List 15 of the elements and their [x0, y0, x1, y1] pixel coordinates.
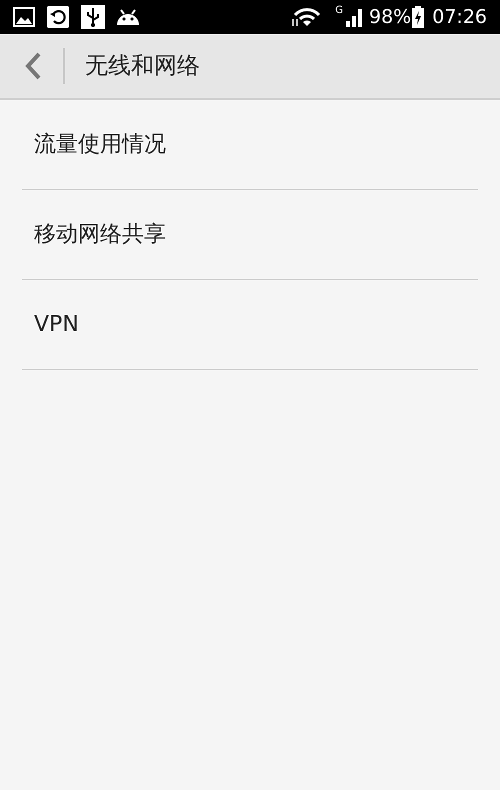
back-icon[interactable] — [23, 51, 43, 81]
wifi-icon — [291, 7, 322, 27]
sync-icon — [47, 6, 69, 28]
picture-icon — [13, 7, 35, 27]
usb-icon — [81, 5, 105, 29]
battery-percent: 98% — [369, 4, 412, 30]
signal-icon — [345, 7, 365, 27]
settings-item[interactable]: 移动网络共享 — [34, 218, 166, 251]
android-icon — [115, 8, 141, 26]
settings-item[interactable]: 流量使用情况 — [34, 128, 166, 161]
clock: 07:26 — [432, 4, 487, 30]
page-title: 无线和网络 — [85, 52, 200, 81]
battery-icon — [412, 6, 424, 28]
settings-item[interactable]: VPN — [34, 308, 79, 341]
network-type: G — [335, 4, 343, 18]
